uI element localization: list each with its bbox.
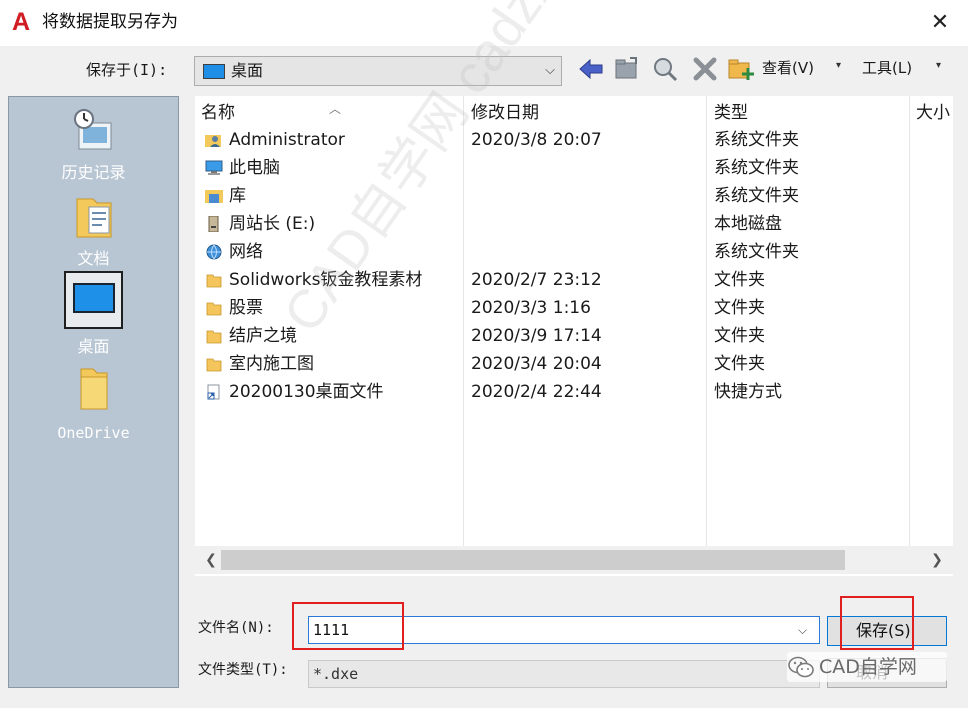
file-type: 快捷方式 — [714, 382, 782, 402]
file-name: 20200130桌面文件 — [229, 382, 384, 402]
scroll-left-icon[interactable]: ❮ — [201, 548, 221, 572]
title-bar: A 将数据提取另存为 ✕ — [0, 0, 968, 46]
file-row[interactable]: 此电脑 系统文件夹 — [195, 154, 953, 182]
back-arrow-icon[interactable] — [576, 54, 606, 84]
column-header-name[interactable]: 名称 ︿ — [201, 102, 341, 124]
network-icon — [206, 244, 222, 260]
autocad-logo-icon: A — [12, 8, 31, 36]
desktop-icon — [73, 283, 115, 313]
file-name: 室内施工图 — [229, 354, 314, 374]
file-date: 2020/2/4 22:44 — [471, 382, 602, 402]
file-type: 文件夹 — [714, 326, 765, 346]
new-folder-icon[interactable] — [726, 54, 756, 84]
dialog-title: 将数据提取另存为 — [42, 12, 178, 32]
folder-icon — [206, 330, 222, 344]
file-type: 系统文件夹 — [714, 186, 799, 206]
view-dropdown-icon[interactable]: ▾ — [836, 56, 841, 76]
up-folder-icon[interactable] — [612, 54, 642, 84]
this-pc-icon — [205, 160, 223, 175]
scrollbar-thumb[interactable] — [221, 550, 845, 570]
file-date: 2020/3/4 20:04 — [471, 354, 602, 374]
tools-dropdown-icon[interactable]: ▾ — [936, 56, 941, 76]
folder-icon — [206, 358, 222, 372]
file-name: 结庐之境 — [229, 326, 297, 346]
save-in-value: 桌面 — [231, 61, 264, 80]
file-type: 系统文件夹 — [714, 158, 799, 178]
save-in-dropdown[interactable]: 桌面 ⌵ — [194, 56, 562, 86]
column-header-size[interactable]: 大小 — [916, 102, 950, 124]
header-label: 名称 — [201, 103, 235, 123]
file-row[interactable]: Administrator 2020/3/8 20:07 系统文件夹 — [195, 126, 953, 154]
file-name: Solidworks钣金教程素材 — [229, 270, 423, 290]
column-header-type[interactable]: 类型 — [714, 102, 748, 124]
file-date: 2020/3/9 17:14 — [471, 326, 602, 346]
file-type: 本地磁盘 — [714, 214, 782, 234]
chevron-down-icon[interactable]: ⌵ — [798, 620, 807, 640]
file-date: 2020/3/8 20:07 — [471, 130, 602, 150]
file-row[interactable]: 室内施工图 2020/3/4 20:04 文件夹 — [195, 350, 953, 378]
highlight-box-filename — [292, 602, 404, 650]
file-name: 库 — [229, 186, 246, 206]
search-web-icon[interactable] — [650, 54, 680, 84]
chevron-down-icon: ⌵ — [545, 63, 555, 78]
place-label: 文档 — [77, 249, 110, 268]
horizontal-scrollbar[interactable]: ❮ ❯ — [195, 546, 953, 574]
shortcut-icon — [207, 384, 220, 400]
column-header-date[interactable]: 修改日期 — [471, 102, 539, 124]
file-name: 周站长 (E:) — [229, 214, 316, 234]
folder-icon — [206, 274, 222, 288]
file-name: Administrator — [229, 130, 345, 150]
file-row[interactable]: 周站长 (E:) 本地磁盘 — [195, 210, 953, 238]
place-label: 历史记录 — [61, 163, 126, 182]
close-button[interactable]: ✕ — [920, 6, 960, 40]
user-folder-icon — [205, 135, 221, 147]
file-date: 2020/3/3 1:16 — [471, 298, 591, 318]
highlight-box-save — [840, 596, 914, 650]
sort-ascending-icon: ︿ — [329, 102, 342, 116]
file-list[interactable]: 名称 ︿ 修改日期 类型 大小 Administrator 2020/3/8 2… — [195, 96, 953, 576]
filetype-label: 文件类型(T): — [198, 662, 288, 678]
scroll-right-icon[interactable]: ❯ — [927, 548, 947, 572]
file-date: 2020/2/7 23:12 — [471, 270, 602, 290]
library-icon — [205, 190, 223, 203]
file-row[interactable]: 库 系统文件夹 — [195, 182, 953, 210]
file-row[interactable]: 20200130桌面文件 2020/2/4 22:44 快捷方式 — [195, 378, 953, 406]
file-row[interactable]: 结庐之境 2020/3/9 17:14 文件夹 — [195, 322, 953, 350]
watermark-text: CAD自学网 — [819, 656, 917, 678]
desktop-small-icon — [203, 64, 225, 79]
place-label: 桌面 — [77, 337, 110, 356]
place-label: OneDrive — [57, 424, 130, 442]
file-type: 系统文件夹 — [714, 242, 799, 262]
wechat-icon — [788, 656, 814, 678]
file-type: 文件夹 — [714, 298, 765, 318]
file-row[interactable]: Solidworks钣金教程素材 2020/2/7 23:12 文件夹 — [195, 266, 953, 294]
view-menu[interactable]: 查看(V) — [762, 58, 814, 78]
onedrive-folder-icon — [80, 368, 108, 410]
filetype-select[interactable]: *.dxe — [308, 660, 820, 688]
history-icon — [74, 109, 112, 150]
watermark-badge: CAD自学网 — [787, 652, 947, 682]
drive-icon — [208, 216, 219, 232]
filename-label: 文件名(N): — [198, 620, 274, 636]
file-row[interactable]: 网络 系统文件夹 — [195, 238, 953, 266]
file-name: 此电脑 — [229, 158, 280, 178]
places-bar: 历史记录 文档 桌面 OneDrive — [8, 96, 179, 688]
documents-folder-icon — [76, 198, 112, 238]
save-in-label: 保存于(I): — [86, 61, 168, 79]
file-type: 文件夹 — [714, 354, 765, 374]
file-name: 股票 — [229, 298, 263, 318]
file-type: 文件夹 — [714, 270, 765, 290]
file-row[interactable]: 股票 2020/3/3 1:16 文件夹 — [195, 294, 953, 322]
tools-menu[interactable]: 工具(L) — [862, 58, 912, 78]
delete-icon[interactable] — [690, 54, 720, 84]
file-name: 网络 — [229, 242, 263, 262]
file-type: 系统文件夹 — [714, 130, 799, 150]
folder-icon — [206, 302, 222, 316]
